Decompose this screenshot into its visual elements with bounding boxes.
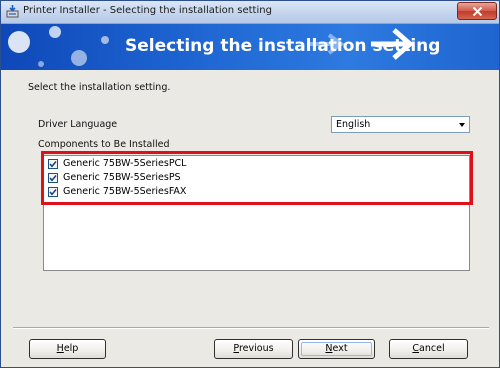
instruction-text: Select the installation setting. xyxy=(28,82,171,93)
installer-window: Printer Installer - Selecting the instal… xyxy=(0,0,500,368)
close-button[interactable] xyxy=(457,2,497,20)
footer-divider xyxy=(13,327,489,329)
window-title: Printer Installer - Selecting the instal… xyxy=(23,5,272,16)
driver-language-value: English xyxy=(336,119,371,130)
driver-language-select[interactable]: English xyxy=(331,116,470,133)
chevron-down-icon[interactable] xyxy=(459,123,465,127)
header-banner: Selecting the installation setting xyxy=(1,24,499,70)
driver-language-label: Driver Language xyxy=(38,119,118,130)
next-button[interactable]: Next xyxy=(298,339,375,359)
help-accel: H xyxy=(56,343,64,354)
banner-title: Selecting the installation setting xyxy=(125,36,441,56)
printer-installer-icon xyxy=(5,4,20,19)
next-focus-ring xyxy=(301,342,372,356)
help-label-rest: elp xyxy=(63,343,79,354)
components-highlight-box xyxy=(41,151,473,205)
cancel-button[interactable]: Cancel xyxy=(389,339,468,359)
content-area: Select the installation setting. Driver … xyxy=(1,71,499,367)
close-icon xyxy=(472,7,483,16)
previous-label-rest: revious xyxy=(238,343,274,354)
components-label: Components to Be Installed xyxy=(38,139,170,150)
cancel-label-rest: ancel xyxy=(419,343,445,354)
previous-button[interactable]: Previous xyxy=(214,339,293,359)
help-button[interactable]: Help xyxy=(29,339,106,359)
title-bar[interactable]: Printer Installer - Selecting the instal… xyxy=(1,1,499,24)
